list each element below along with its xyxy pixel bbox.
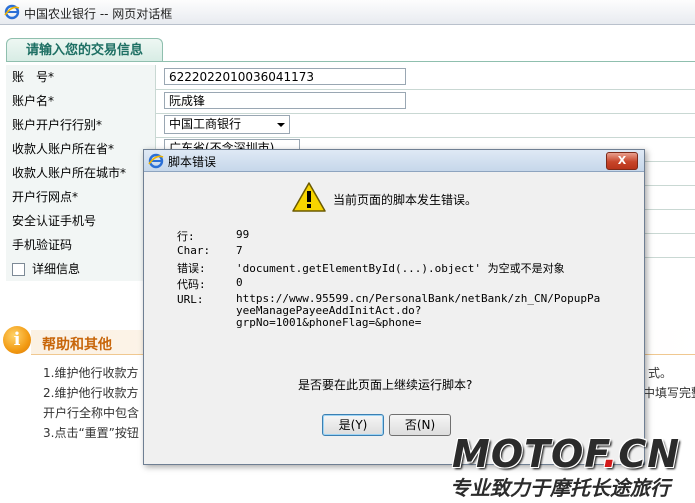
no-button[interactable]: 否(N): [389, 414, 451, 436]
account-number-label: 账 号*: [6, 65, 156, 89]
watermark-dot: .: [602, 432, 619, 476]
watermark-logo: MOTOF.CN: [452, 432, 680, 476]
detail-key-error: 错误:: [177, 262, 206, 275]
help-line-1-end: 式。: [648, 366, 673, 380]
watermark-brand: MOTOF: [452, 432, 603, 476]
info-icon: i: [3, 326, 31, 354]
bank-type-select[interactable]: 中国工商银行: [164, 115, 290, 134]
sms-code-label: 手机验证码: [6, 233, 156, 257]
form-top-divider: [6, 61, 695, 62]
dialog-title-bar: 脚本错误 X: [144, 150, 644, 172]
help-line-2-end: 中填写完整: [643, 386, 695, 400]
bank-type-label: 账户开户行行别*: [6, 113, 156, 137]
form-section-title: 请输入您的交易信息: [6, 38, 163, 62]
window-title-bar: 中国农业银行 -- 网页对话框: [0, 0, 695, 25]
detail-key-char: Char:: [177, 244, 211, 257]
detail-value-code: 0: [236, 276, 243, 289]
detail-key-code: 代码:: [177, 278, 206, 291]
detail-checkbox[interactable]: [12, 263, 25, 276]
watermark-slogan: 专业致力于摩托长途旅行: [450, 476, 670, 500]
account-number-input[interactable]: 6222022010036041173: [164, 68, 406, 85]
help-line-1: 1.维护他行收款方: [43, 366, 139, 380]
bank-type-value: 中国工商银行: [169, 117, 242, 131]
warning-icon: [292, 182, 326, 212]
account-name-input[interactable]: 阮成锋: [164, 92, 406, 109]
continue-question: 是否要在此页面上继续运行脚本?: [298, 378, 473, 392]
detail-value-url: https://www.95599.cn/PersonalBank/netBan…: [236, 292, 601, 329]
detail-key-url: URL:: [177, 293, 204, 306]
form-row-bank-type: 账户开户行行别*: [6, 113, 695, 138]
help-title: 帮助和其他: [42, 337, 112, 353]
detail-checkbox-label: 详细信息: [6, 257, 156, 281]
city-label: 收款人账户所在城市*: [6, 161, 156, 185]
help-line-4: 3.点击“重置”按钮: [43, 426, 139, 440]
script-error-dialog: 脚本错误 X 当前页面的脚本发生错误。 行: 99 Char: 7 错误: 'd…: [143, 149, 645, 465]
ie-icon: [148, 153, 164, 169]
dialog-title: 脚本错误: [168, 155, 217, 169]
close-button[interactable]: X: [606, 152, 638, 170]
watermark-tld: CN: [618, 432, 681, 476]
detail-value-line: 99: [236, 228, 250, 241]
province-label: 收款人账户所在省*: [6, 137, 156, 161]
branch-label: 开户行网点*: [6, 185, 156, 209]
error-message: 当前页面的脚本发生错误。: [333, 193, 478, 207]
detail-key-line: 行:: [177, 230, 195, 243]
help-line-2: 2.维护他行收款方: [43, 386, 139, 400]
account-name-label: 账户名*: [6, 89, 156, 113]
chevron-down-icon: [277, 123, 285, 127]
security-phone-label: 安全认证手机号: [6, 209, 156, 233]
yes-button[interactable]: 是(Y): [322, 414, 384, 436]
help-line-3: 开户行全称中包含: [43, 406, 140, 420]
ie-icon: [4, 4, 20, 20]
detail-value-char: 7: [236, 244, 243, 257]
detail-value-error: 'document.getElementById(...).object' 为空…: [236, 262, 565, 275]
window-title: 中国农业银行 -- 网页对话框: [24, 7, 173, 21]
